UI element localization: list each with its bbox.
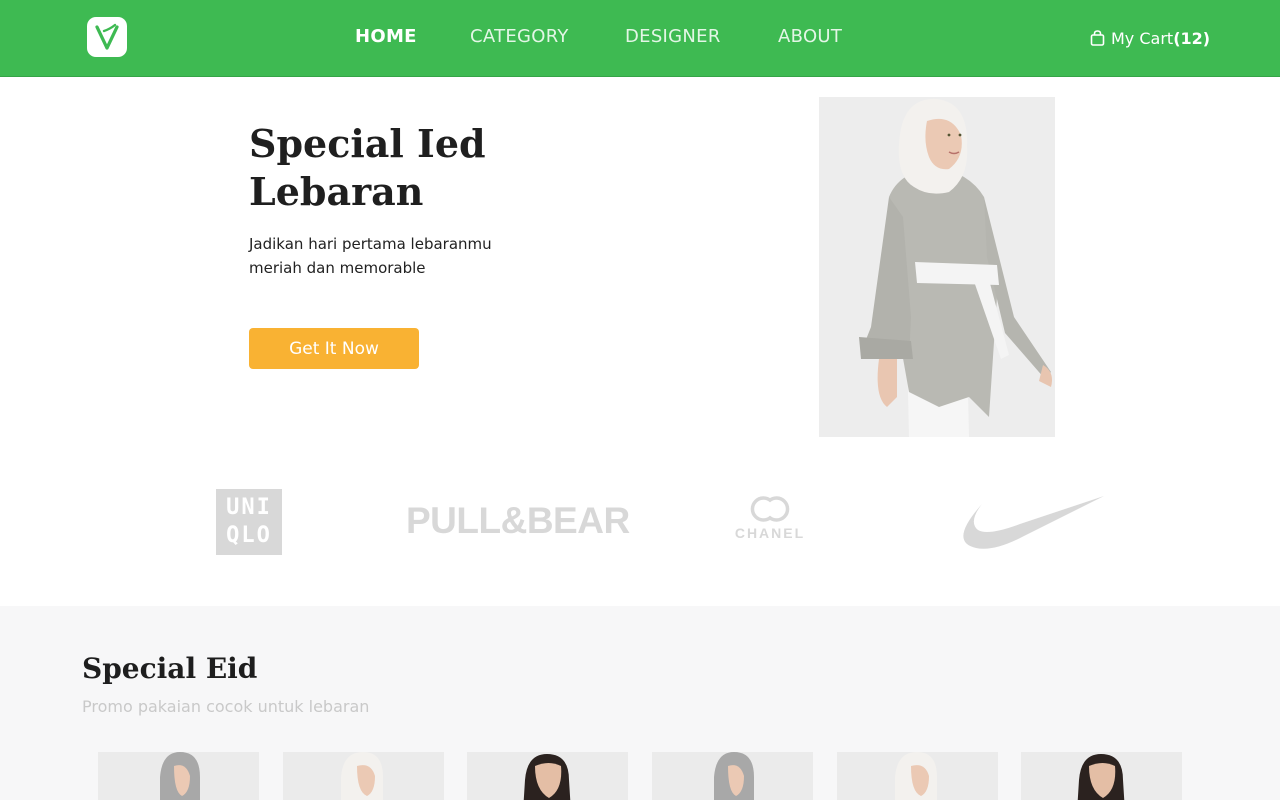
chanel-wordmark: CHANEL (734, 525, 806, 541)
special-eid-subtitle: Promo pakaian cocok untuk lebaran (82, 697, 370, 716)
nav-category[interactable]: CATEGORY (470, 26, 569, 50)
navbar: HOME CATEGORY DESIGNER ABOUT My Cart (12… (0, 0, 1280, 77)
product-card[interactable] (467, 752, 628, 800)
uniqlo-logo: UNI QLO (216, 489, 282, 555)
chanel-cc-icon (750, 496, 790, 522)
cart-link[interactable]: My Cart (12) (1090, 27, 1210, 49)
product-card[interactable] (652, 752, 813, 800)
v-logo-icon (95, 23, 119, 50)
nike-logo (958, 494, 1106, 554)
brand-logo[interactable] (87, 17, 127, 57)
product-card[interactable] (837, 752, 998, 800)
nike-swoosh-icon (963, 496, 1104, 549)
hero-title: Special Ied Lebaran (249, 121, 486, 214)
shopping-bag-icon (1090, 30, 1105, 46)
product-card[interactable] (1021, 752, 1182, 800)
product-card[interactable] (283, 752, 444, 800)
hero-model-photo (819, 97, 1055, 437)
uniqlo-line-2: QLO (226, 523, 272, 548)
nav-home[interactable]: HOME (355, 26, 417, 50)
pullbear-logo: PULL&BEAR (406, 500, 630, 541)
cart-count: (12) (1173, 28, 1211, 48)
chanel-logo: CHANEL (730, 495, 810, 541)
special-eid-title: Special Eid (82, 652, 258, 685)
cart-label: My Cart (1111, 28, 1174, 48)
nav-about[interactable]: ABOUT (778, 26, 842, 50)
hero-subtitle: Jadikan hari pertama lebaranmu meriah da… (249, 235, 492, 277)
nav-designer[interactable]: DESIGNER (625, 26, 721, 50)
uniqlo-line-1: UNI (226, 495, 272, 520)
get-it-now-button[interactable]: Get It Now (249, 328, 419, 369)
product-card[interactable] (98, 752, 259, 800)
